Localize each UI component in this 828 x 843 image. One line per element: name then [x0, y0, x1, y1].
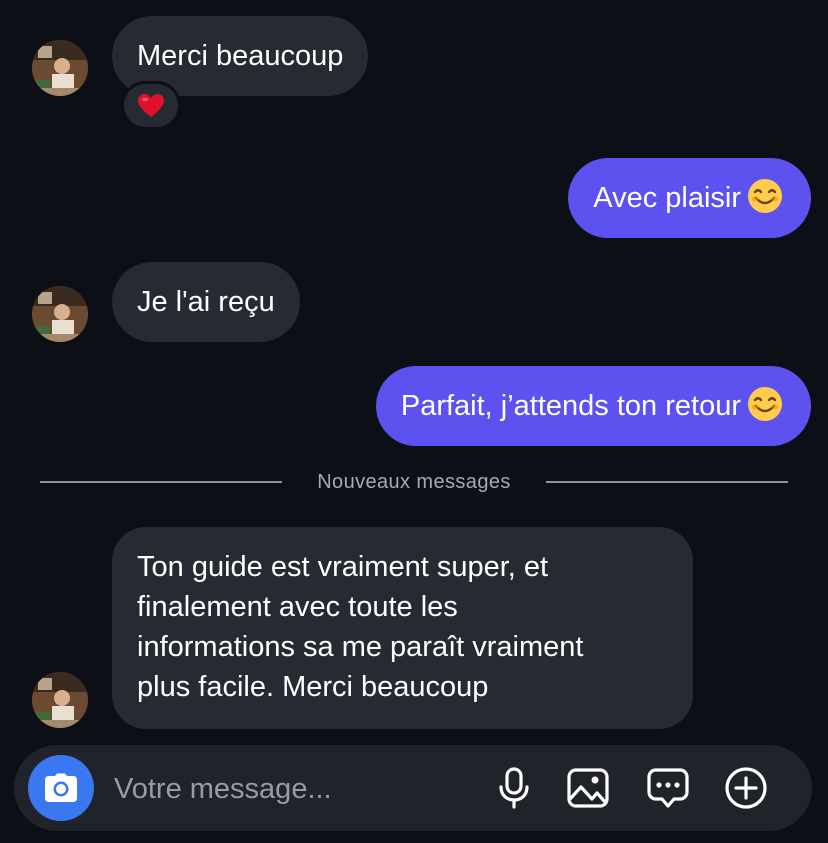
- message-bubble-outgoing[interactable]: Parfait, j’attends ton retour: [375, 366, 811, 446]
- new-messages-divider: Nouveaux messages: [40, 467, 788, 497]
- sticker-icon: [647, 768, 689, 808]
- heart-icon: [138, 93, 164, 117]
- avatar[interactable]: [32, 672, 88, 728]
- message-line: plus facile. Merci beaucoup: [137, 671, 489, 703]
- message-line: informations sa me paraît vraiment: [137, 631, 584, 663]
- heart-reaction[interactable]: [121, 81, 181, 130]
- message-text: Parfait, j’attends ton retour: [400, 390, 741, 422]
- divider-line: [546, 481, 788, 483]
- avatar[interactable]: [32, 40, 88, 96]
- camera-button[interactable]: [28, 755, 94, 821]
- avatar[interactable]: [32, 286, 88, 342]
- smiling-face-icon: [748, 387, 782, 421]
- message-composer: [14, 745, 812, 831]
- message-bubble-incoming[interactable]: Je l'ai reçu: [112, 262, 300, 342]
- image-icon: [567, 768, 609, 808]
- message-line: finalement avec toute les: [137, 591, 458, 623]
- message-input[interactable]: [112, 764, 456, 814]
- plus-circle-icon: [725, 767, 767, 809]
- message-line: Ton guide est vraiment super, et: [137, 551, 549, 583]
- message-bubble-incoming[interactable]: Ton guide est vraiment super, et finalem…: [112, 527, 693, 729]
- smiling-face-icon: [748, 179, 782, 213]
- camera-icon: [45, 773, 77, 802]
- sticker-button[interactable]: [646, 766, 690, 810]
- microphone-button[interactable]: [492, 766, 536, 810]
- plus-button[interactable]: [724, 766, 768, 810]
- message-text: Avec plaisir: [593, 182, 741, 214]
- microphone-icon: [499, 767, 529, 809]
- image-button[interactable]: [566, 766, 610, 810]
- message-bubble-outgoing[interactable]: Avec plaisir: [568, 158, 811, 238]
